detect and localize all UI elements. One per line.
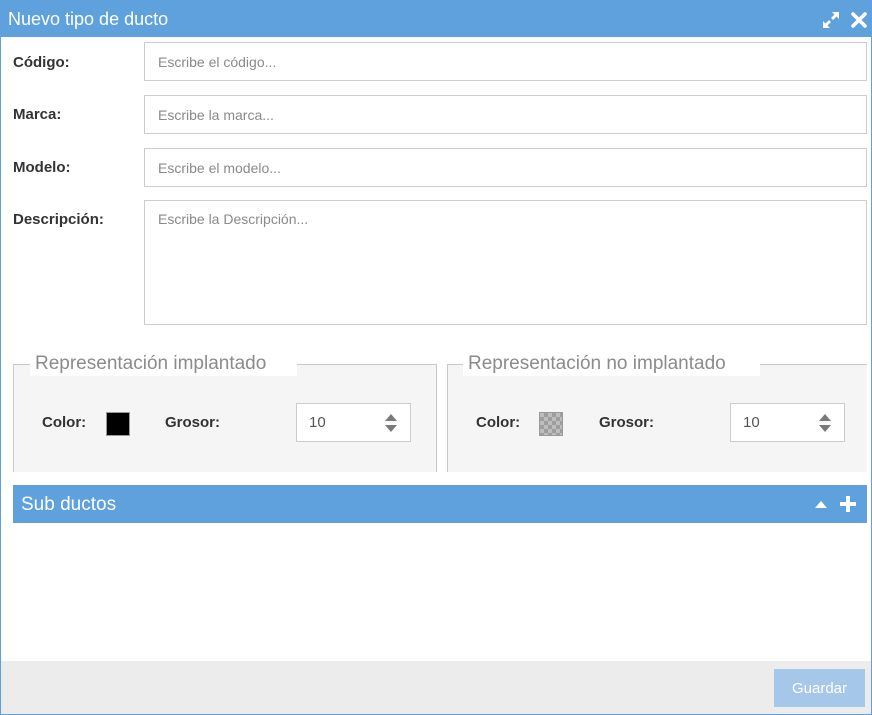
implantado-grosor-spinner[interactable]: 10 bbox=[296, 403, 411, 442]
no-implantado-grosor-value: 10 bbox=[743, 414, 760, 431]
plus-icon[interactable] bbox=[839, 495, 857, 513]
no-implantado-color-swatch[interactable] bbox=[539, 412, 563, 436]
fieldset-border bbox=[297, 364, 436, 365]
modelo-input[interactable] bbox=[144, 148, 867, 187]
implantado-grosor-label: Grosor: bbox=[165, 414, 221, 431]
save-button[interactable]: Guardar bbox=[774, 669, 865, 707]
expand-icon[interactable] bbox=[822, 11, 840, 29]
no-implantado-fieldset: Representación no implantado Color: Gros… bbox=[447, 352, 867, 472]
caret-up-icon[interactable] bbox=[814, 498, 828, 510]
descripcion-textarea[interactable] bbox=[144, 200, 867, 325]
no-implantado-grosor-label: Grosor: bbox=[599, 414, 655, 431]
subductos-header[interactable]: Sub ductos bbox=[13, 485, 867, 523]
codigo-label: Código: bbox=[13, 54, 70, 71]
implantado-fieldset: Representación implantado Color: Grosor:… bbox=[13, 352, 437, 472]
title-bar[interactable]: Nuevo tipo de ducto bbox=[1, 1, 871, 37]
dialog-footer: Guardar bbox=[1, 661, 871, 714]
dialog-title: Nuevo tipo de ducto bbox=[8, 9, 169, 29]
marca-label: Marca: bbox=[13, 106, 62, 123]
codigo-input[interactable] bbox=[144, 42, 867, 81]
caret-down-icon[interactable] bbox=[818, 424, 832, 434]
modelo-label: Modelo: bbox=[13, 159, 71, 176]
caret-up-icon[interactable] bbox=[818, 412, 832, 422]
subductos-title: Sub ductos bbox=[21, 494, 117, 515]
no-implantado-color-label: Color: bbox=[476, 414, 521, 431]
close-icon[interactable] bbox=[850, 11, 868, 29]
dialog-window: Nuevo tipo de ducto Código: Marca: Model… bbox=[0, 0, 872, 715]
descripcion-label: Descripción: bbox=[13, 211, 104, 228]
no-implantado-legend: Representación no implantado bbox=[463, 352, 731, 376]
fieldset-border bbox=[760, 364, 867, 365]
marca-input[interactable] bbox=[144, 95, 867, 134]
caret-up-icon[interactable] bbox=[384, 412, 398, 422]
implantado-color-swatch[interactable] bbox=[106, 412, 130, 436]
subductos-list bbox=[13, 523, 867, 661]
implantado-color-label: Color: bbox=[42, 414, 87, 431]
caret-down-icon[interactable] bbox=[384, 424, 398, 434]
no-implantado-grosor-spinner[interactable]: 10 bbox=[730, 403, 845, 442]
implantado-legend: Representación implantado bbox=[30, 352, 272, 376]
implantado-grosor-value: 10 bbox=[309, 414, 326, 431]
fieldset-border bbox=[448, 364, 464, 365]
